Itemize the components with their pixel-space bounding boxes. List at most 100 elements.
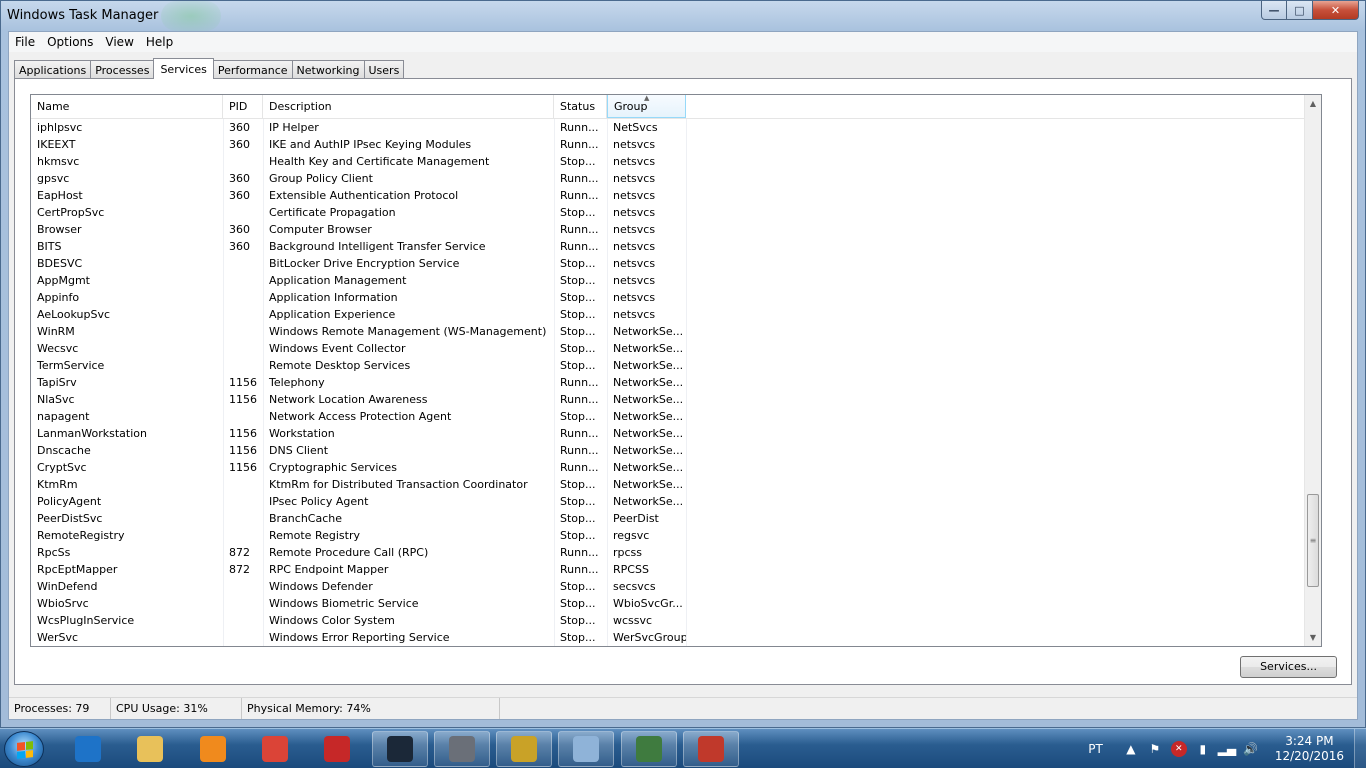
tab-processes[interactable]: Processes <box>90 60 155 79</box>
cell-group: regsvc <box>613 529 650 542</box>
maximize-button[interactable]: □ <box>1287 1 1313 20</box>
column-header-description[interactable]: Description <box>263 95 554 118</box>
table-row[interactable]: RpcEptMapper 872 RPC Endpoint Mapper Runn..… <box>31 561 1306 578</box>
cell-description: Cryptographic Services <box>269 461 397 474</box>
cell-pid: 1156 <box>229 427 257 440</box>
menu-bar: File Options View Help <box>9 32 1357 52</box>
taskbar-file-explorer-button[interactable] <box>122 731 178 767</box>
cell-description: KtmRm for Distributed Transaction Coordi… <box>269 478 528 491</box>
menu-help[interactable]: Help <box>140 32 179 52</box>
cell-group: netsvcs <box>613 189 656 202</box>
scroll-up-button[interactable]: ▲ <box>1305 95 1321 112</box>
table-row[interactable]: hkmsvc Health Key and Certificate Managem… <box>31 153 1306 170</box>
language-indicator[interactable]: PT <box>1088 742 1103 756</box>
taskbar-disk-utility-button[interactable] <box>558 731 615 767</box>
table-row[interactable]: AppMgmt Application Management Stop... nets… <box>31 272 1306 289</box>
tab-performance[interactable]: Performance <box>212 60 293 79</box>
cell-status: Stop... <box>560 512 596 525</box>
usb-device-icon[interactable]: ▮ <box>1195 741 1211 757</box>
menu-file[interactable]: File <box>9 32 41 52</box>
close-button[interactable]: ✕ <box>1313 1 1359 20</box>
cell-status: Stop... <box>560 308 596 321</box>
table-row[interactable]: PolicyAgent IPsec Policy Agent Stop... Netw… <box>31 493 1306 510</box>
table-row[interactable]: AeLookupSvc Application Experience Stop...… <box>31 306 1306 323</box>
table-row[interactable]: BDESVC BitLocker Drive Encryption Service… <box>31 255 1306 272</box>
cell-status: Stop... <box>560 274 596 287</box>
tab-users[interactable]: Users <box>363 60 405 79</box>
windows-logo-icon <box>17 741 33 759</box>
table-row[interactable]: TermService Remote Desktop Services Stop..… <box>31 357 1306 374</box>
taskbar-internet-explorer-button[interactable] <box>60 731 116 767</box>
table-row[interactable]: Appinfo Application Information Stop... net… <box>31 289 1306 306</box>
table-row[interactable]: NlaSvc 1156 Network Location Awareness Runn… <box>31 391 1306 408</box>
show-desktop-button[interactable] <box>1354 729 1366 768</box>
taskbar-chrome-button[interactable] <box>247 731 303 767</box>
cell-name: WinDefend <box>37 580 98 593</box>
column-header-pid[interactable]: PID <box>223 95 263 118</box>
table-row[interactable]: Wecsvc Windows Event Collector Stop... Netw… <box>31 340 1306 357</box>
tab-networking[interactable]: Networking <box>291 60 365 79</box>
table-row[interactable]: gpsvc 360 Group Policy Client Runn... netsvc… <box>31 170 1306 187</box>
network-signal-icon[interactable]: ▂▄ <box>1218 741 1236 757</box>
cell-name: WerSvc <box>37 631 79 644</box>
cell-status: Stop... <box>560 580 596 593</box>
table-row[interactable]: WinDefend Windows Defender Stop... secsvcs <box>31 578 1306 595</box>
table-row[interactable]: WerSvc Windows Error Reporting Service Sto… <box>31 629 1306 646</box>
action-center-flag-icon[interactable]: ⚑ <box>1147 741 1163 757</box>
table-row[interactable]: Browser 360 Computer Browser Runn... netsvcs <box>31 221 1306 238</box>
table-row[interactable]: CertPropSvc Certificate Propagation Stop..… <box>31 204 1306 221</box>
start-button[interactable] <box>4 731 44 767</box>
table-row[interactable]: EapHost 360 Extensible Authentication Prot… <box>31 187 1306 204</box>
table-row[interactable]: CryptSvc 1156 Cryptographic Services Runn..… <box>31 459 1306 476</box>
taskbar-network-globe-button[interactable] <box>309 731 365 767</box>
scroll-down-button[interactable]: ▼ <box>1305 629 1321 646</box>
cell-status: Runn... <box>560 444 599 457</box>
table-row[interactable]: iphlpsvc 360 IP Helper Runn... NetSvcs <box>31 119 1306 136</box>
table-row[interactable]: RemoteRegistry Remote Registry Stop... regs… <box>31 527 1306 544</box>
table-row[interactable]: napagent Network Access Protection Agent S… <box>31 408 1306 425</box>
cell-group: WbioSvcGr... <box>613 597 683 610</box>
taskbar-steam-button[interactable] <box>371 731 428 767</box>
taskbar-game-emblem-button[interactable] <box>496 731 553 767</box>
cell-description: Windows Remote Management (WS-Management… <box>269 325 547 338</box>
scroll-thumb[interactable]: ≡ <box>1307 493 1319 587</box>
table-row[interactable]: KtmRm KtmRm for Distributed Transaction C… <box>31 476 1306 493</box>
table-row[interactable]: PeerDistSvc BranchCache Stop... PeerDist <box>31 510 1306 527</box>
table-row[interactable]: LanmanWorkstation 1156 Workstation Runn... N… <box>31 425 1306 442</box>
table-row[interactable]: BITS 360 Background Intelligent Transfer S… <box>31 238 1306 255</box>
taskbar: PT ▲ ⚑ ✕ ▮ ▂▄ 🔊 3:24 PM 12/20/2016 <box>0 728 1366 768</box>
table-row[interactable]: Dnscache 1156 DNS Client Runn... NetworkSe..… <box>31 442 1306 459</box>
title-bar[interactable]: Windows Task Manager — □ ✕ <box>1 1 1365 31</box>
tab-services[interactable]: Services <box>153 58 214 79</box>
services-button[interactable]: Services... <box>1240 656 1337 678</box>
column-header-name[interactable]: Name <box>31 95 223 118</box>
table-row[interactable]: WbioSrvc Windows Biometric Service Stop...… <box>31 595 1306 612</box>
taskbar-game-character-button[interactable] <box>433 731 490 767</box>
show-hidden-icons-icon[interactable]: ▲ <box>1123 741 1139 757</box>
column-header-group[interactable]: ▲ Group <box>607 95 686 118</box>
taskbar-media-player-button[interactable] <box>185 731 241 767</box>
services-list[interactable]: Name PID Description Status ▲ Group iphl… <box>30 94 1322 647</box>
cell-pid: 1156 <box>229 393 257 406</box>
vertical-scrollbar[interactable]: ▲ ≡ ▼ <box>1304 95 1321 646</box>
cell-name: BITS <box>37 240 62 253</box>
cell-status: Runn... <box>560 223 599 236</box>
menu-view[interactable]: View <box>99 32 139 52</box>
clock[interactable]: 3:24 PM 12/20/2016 <box>1275 734 1344 764</box>
table-row[interactable]: WinRM Windows Remote Management (WS-Manag… <box>31 323 1306 340</box>
menu-options[interactable]: Options <box>41 32 99 52</box>
table-row[interactable]: TapiSrv 1156 Telephony Runn... NetworkSe... <box>31 374 1306 391</box>
column-header-status[interactable]: Status <box>554 95 607 118</box>
minimize-button[interactable]: — <box>1261 1 1287 20</box>
clock-date: 12/20/2016 <box>1274 749 1344 763</box>
table-row[interactable]: RpcSs 872 Remote Procedure Call (RPC) Runn.… <box>31 544 1306 561</box>
table-row[interactable]: WcsPlugInService Windows Color System Stop… <box>31 612 1306 629</box>
antivirus-icon[interactable]: ✕ <box>1170 741 1187 757</box>
volume-icon[interactable]: 🔊 <box>1243 741 1259 757</box>
taskbar-toolbox-button[interactable] <box>683 731 739 767</box>
table-row[interactable]: IKEEXT 360 IKE and AuthIP IPsec Keying Mod… <box>31 136 1306 153</box>
cell-group: NetworkSe... <box>613 325 684 338</box>
cell-status: Stop... <box>560 325 596 338</box>
taskbar-task-manager-button[interactable] <box>620 731 677 767</box>
tab-applications[interactable]: Applications <box>14 60 92 79</box>
